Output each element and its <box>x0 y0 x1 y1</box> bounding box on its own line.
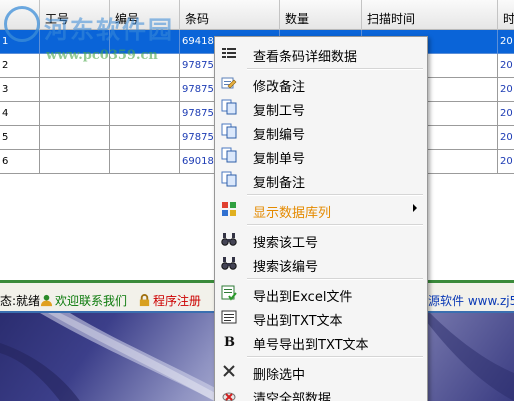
edit-note-icon <box>221 77 237 89</box>
menu-item-label: 复制单号 <box>253 152 306 167</box>
menu-item-delete-selected[interactable]: 删除选中 <box>217 359 425 383</box>
row-index: 4 <box>0 102 40 126</box>
extra-cell: 20 <box>498 54 514 78</box>
menu-item-copy-order-number[interactable]: 复制单号 <box>217 143 425 167</box>
register-link[interactable]: 程序注册 <box>138 292 201 309</box>
binoculars-icon <box>221 257 237 270</box>
copy-icon <box>221 147 237 163</box>
extra-cell: 20 <box>498 30 514 54</box>
contact-person-icon <box>40 294 53 307</box>
contact-us-label: 欢迎联系我们 <box>55 294 128 308</box>
menu-item-label: 单号导出到TXT文本 <box>253 338 369 353</box>
menu-item-copy-note[interactable]: 复制备注 <box>217 167 425 191</box>
menu-item-label: 清空全部数据 <box>253 392 332 401</box>
menu-item-export-order-txt[interactable]: B 单号导出到TXT文本 <box>217 329 425 353</box>
menu-item-export-txt[interactable]: 导出到TXT文本 <box>217 305 425 329</box>
extra-cell: 20 <box>498 126 514 150</box>
code-cell <box>110 126 180 150</box>
menu-separator <box>247 194 423 196</box>
menu-item-label: 导出到TXT文本 <box>253 314 343 329</box>
extra-cell: 20 <box>498 102 514 126</box>
menu-item-label: 修改备注 <box>253 80 306 95</box>
column-header-quantity[interactable]: 数量 <box>280 0 362 30</box>
extra-cell: 20 <box>498 78 514 102</box>
menu-item-label: 删除选中 <box>253 368 306 383</box>
menu-item-label: 查看条码详细数据 <box>253 50 358 65</box>
context-menu: 查看条码详细数据 修改备注 复制工号 复制编号 复制单号 复制备注 显示数据库列… <box>214 36 428 401</box>
watermark: 河东软件园 www.pc0359.cn <box>4 4 204 64</box>
menu-item-label: 复制备注 <box>253 176 306 191</box>
menu-separator <box>247 278 423 280</box>
employee-id-cell <box>40 78 110 102</box>
extra-cell: 20 <box>498 150 514 174</box>
watermark-url: www.pc0359.cn <box>46 48 158 63</box>
excel-export-icon <box>221 285 237 301</box>
menu-separator <box>247 356 423 358</box>
menu-item-search-code[interactable]: 搜索该编号 <box>217 251 425 275</box>
binoculars-icon <box>221 233 237 246</box>
employee-id-cell <box>40 126 110 150</box>
row-index: 3 <box>0 78 40 102</box>
column-header-extra[interactable]: 时 <box>498 0 514 30</box>
menu-item-copy-employee-id[interactable]: 复制工号 <box>217 95 425 119</box>
column-header-scan-time[interactable]: 扫描时间 <box>362 0 498 30</box>
menu-item-label: 复制工号 <box>253 104 306 119</box>
menu-item-label: 导出到Excel文件 <box>253 290 353 305</box>
delete-x-icon <box>223 365 235 377</box>
txt-export-icon <box>221 310 237 324</box>
vendor-link[interactable]: 源软件 www.zj5 <box>428 292 514 309</box>
menu-separator <box>247 68 423 70</box>
watermark-logo-icon <box>4 6 40 42</box>
row-index: 5 <box>0 126 40 150</box>
copy-icon <box>221 123 237 139</box>
employee-id-cell <box>40 102 110 126</box>
grid-details-icon <box>222 47 236 59</box>
watermark-title: 河东软件园 <box>44 16 174 44</box>
menu-item-label: 显示数据库列 <box>253 206 332 221</box>
menu-item-export-excel[interactable]: 导出到Excel文件 <box>217 281 425 305</box>
menu-item-show-database-columns[interactable]: 显示数据库列 <box>217 197 425 221</box>
menu-item-label: 搜索该编号 <box>253 260 319 275</box>
menu-item-edit-note[interactable]: 修改备注 <box>217 71 425 95</box>
code-cell <box>110 150 180 174</box>
copy-icon <box>221 99 237 115</box>
clear-all-icon <box>222 392 236 401</box>
svg-text:B: B <box>224 335 235 349</box>
menu-item-view-barcode-details[interactable]: 查看条码详细数据 <box>217 41 425 65</box>
bold-b-icon: B <box>224 335 235 349</box>
menu-item-search-employee-id[interactable]: 搜索该工号 <box>217 227 425 251</box>
menu-item-clear-all[interactable]: 清空全部数据 <box>217 383 425 401</box>
contact-us-link[interactable]: 欢迎联系我们 <box>40 292 127 309</box>
code-cell <box>110 78 180 102</box>
menu-separator <box>247 224 423 226</box>
submenu-arrow-icon <box>413 204 417 212</box>
code-cell <box>110 102 180 126</box>
status-text: 态:就绪 <box>0 294 41 308</box>
copy-icon <box>221 171 237 187</box>
database-columns-icon <box>222 202 236 216</box>
menu-item-label: 复制编号 <box>253 128 306 143</box>
register-label: 程序注册 <box>153 294 202 308</box>
menu-item-copy-code[interactable]: 复制编号 <box>217 119 425 143</box>
row-index: 6 <box>0 150 40 174</box>
lock-icon <box>139 294 150 307</box>
employee-id-cell <box>40 150 110 174</box>
menu-item-label: 搜索该工号 <box>253 236 319 251</box>
